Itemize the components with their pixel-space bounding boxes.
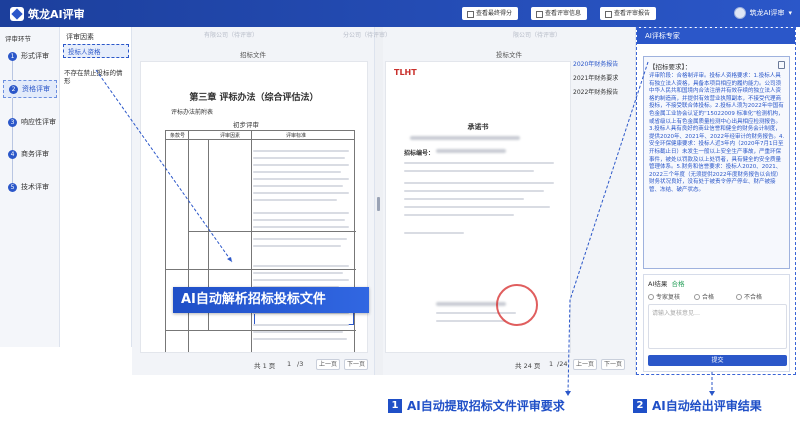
label-auto-result: 2 AI自动给出评审结果 bbox=[633, 397, 762, 414]
arrow-to-label1 bbox=[567, 61, 649, 393]
arrow-to-callout bbox=[95, 69, 233, 263]
label-extract-requirements: 1 AI自动提取招标文件评审要求 bbox=[388, 397, 565, 414]
annotation-arrows bbox=[95, 61, 715, 396]
